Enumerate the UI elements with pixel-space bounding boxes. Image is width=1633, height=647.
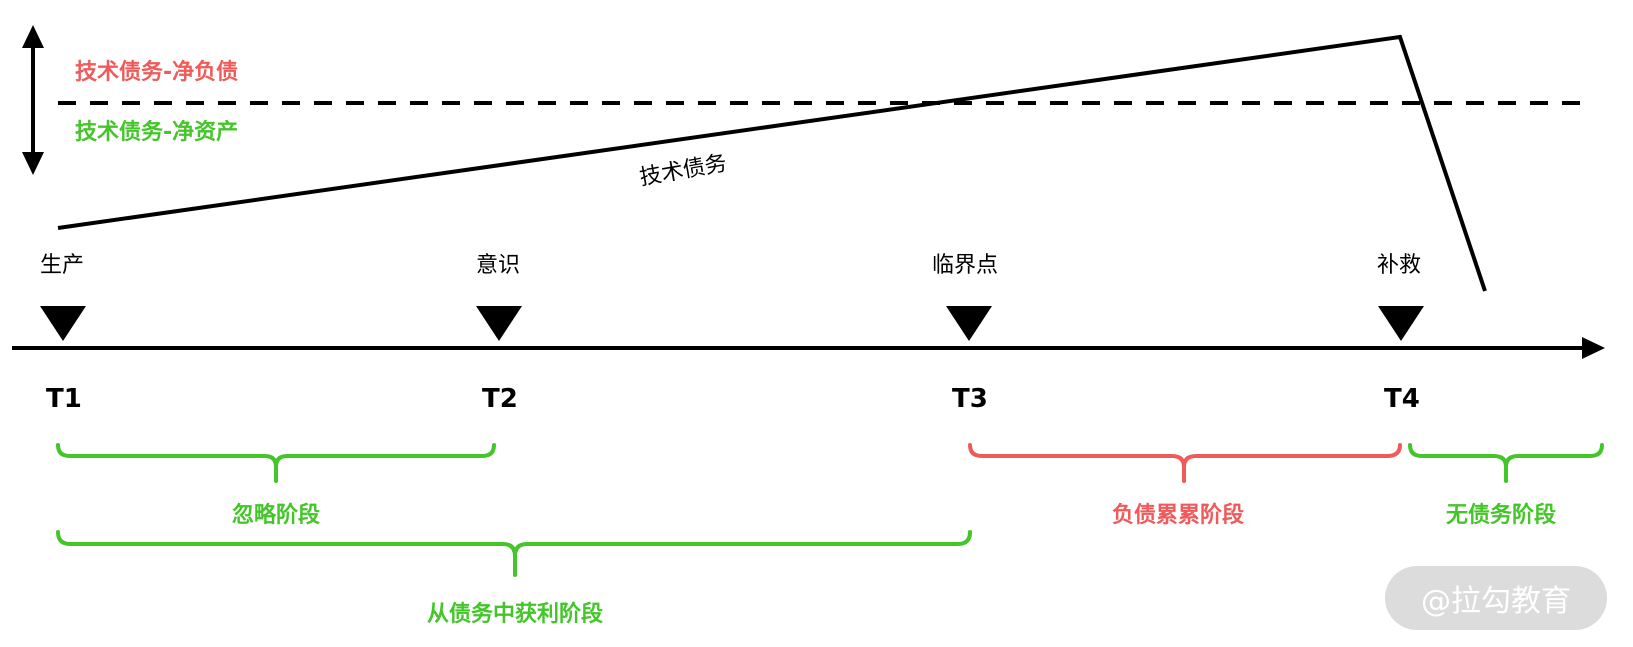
legend-net-asset: 技术债务-净资产 bbox=[75, 120, 239, 145]
watermark-badge: @拉勾教育 bbox=[1385, 566, 1607, 630]
diagram-graphics bbox=[12, 25, 1605, 577]
technical-debt-timeline-diagram: 技术债务-净负债 技术债务-净资产 技术债务 生产 意识 临界点 补救 T1 T… bbox=[0, 0, 1633, 647]
brace-profit-phase bbox=[56, 530, 972, 577]
phase-label-profit: 从债务中获利阶段 bbox=[427, 602, 604, 627]
event-marker-t2 bbox=[476, 306, 522, 341]
phase-label-accumulate: 负债累累阶段 bbox=[1112, 503, 1245, 528]
time-label-t4: T4 bbox=[1384, 384, 1420, 414]
brace-no-debt-phase bbox=[1408, 443, 1604, 483]
technical-debt-line bbox=[57, 34, 1487, 292]
phase-label-ignore: 忽略阶段 bbox=[232, 503, 321, 528]
time-label-t3: T3 bbox=[952, 384, 988, 414]
event-label-t4: 补救 bbox=[1377, 253, 1422, 278]
brace-accumulate-phase bbox=[968, 443, 1402, 483]
event-marker-t1 bbox=[40, 306, 86, 341]
phase-label-no-debt: 无债务阶段 bbox=[1446, 503, 1557, 528]
vertical-double-arrow bbox=[22, 25, 44, 175]
timeline-arrowhead bbox=[1582, 337, 1605, 359]
time-label-t2: T2 bbox=[482, 384, 518, 414]
event-marker-t3 bbox=[946, 306, 992, 341]
event-label-t1: 生产 bbox=[40, 253, 85, 278]
event-label-t2: 意识 bbox=[476, 253, 521, 278]
event-marker-t4 bbox=[1378, 306, 1424, 341]
time-label-t1: T1 bbox=[46, 384, 82, 414]
event-label-t3: 临界点 bbox=[932, 253, 999, 278]
brace-ignore-phase bbox=[56, 443, 496, 483]
legend-net-liability: 技术债务-净负债 bbox=[75, 60, 239, 85]
